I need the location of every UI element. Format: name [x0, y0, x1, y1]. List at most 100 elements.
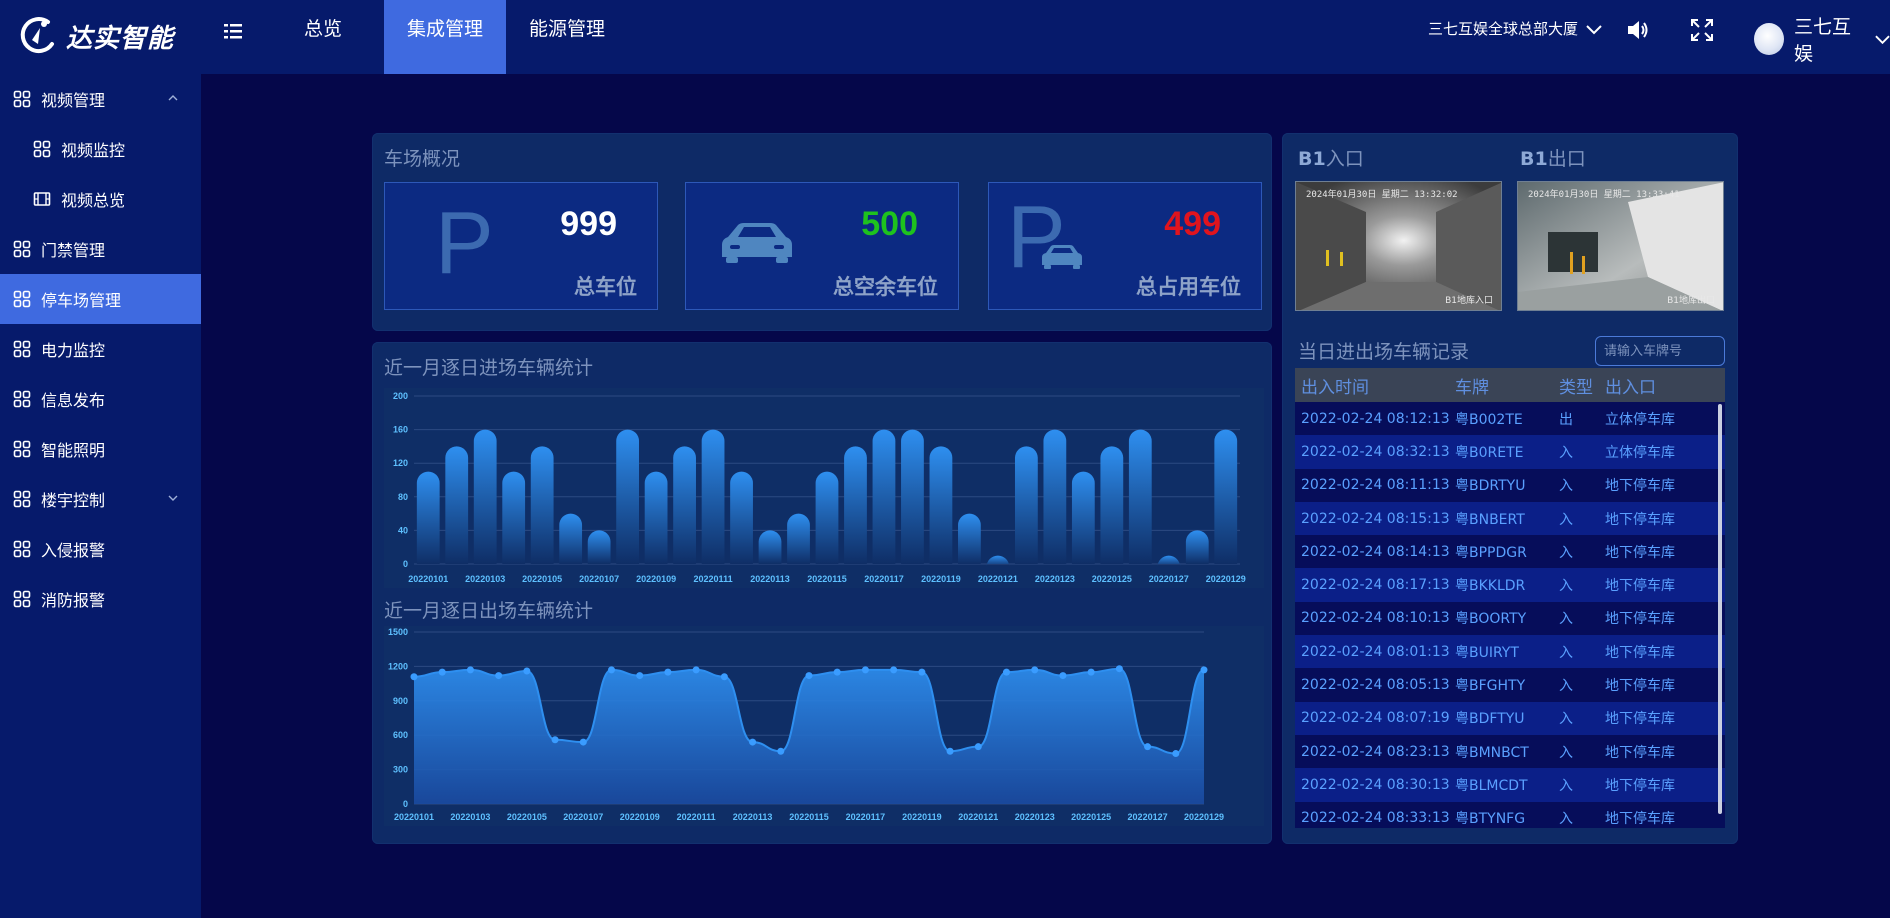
data-point[interactable] [1172, 750, 1180, 758]
sidebar-item[interactable]: 视频管理 [0, 74, 201, 124]
table-row[interactable]: 2022-02-24 08:14:13 粤BPPDGR 入 地下停车库 [1295, 535, 1725, 569]
data-point[interactable] [974, 743, 982, 751]
cell-plate: 粤BOORTY [1455, 611, 1527, 628]
table-row[interactable]: 2022-02-24 08:23:13 粤BMNBCT 入 地下停车库 [1295, 734, 1725, 769]
bar[interactable] [616, 429, 640, 564]
tab-energy[interactable]: 能源管理 [516, 0, 618, 74]
user-menu[interactable]: 三七互娱 [1754, 12, 1890, 66]
entrance-camera-feed[interactable]: 2024年01月30日 星期二 13:32:02 B1地库入口 [1295, 181, 1502, 311]
bar[interactable] [1100, 446, 1124, 564]
data-point[interactable] [466, 666, 474, 674]
tab-overview[interactable]: 总览 [278, 0, 368, 74]
data-point[interactable] [438, 668, 446, 676]
data-point[interactable] [1003, 668, 1010, 676]
bar[interactable] [1128, 429, 1152, 564]
data-point[interactable] [1059, 672, 1067, 680]
sidebar-item[interactable]: 停车场管理 [0, 274, 201, 324]
sidebar-item[interactable]: 视频总览 [0, 174, 201, 224]
bar[interactable] [958, 513, 981, 564]
data-point[interactable] [1087, 668, 1095, 676]
table-row[interactable]: 2022-02-24 08:12:13 粤B002TE 出 立体停车库 [1295, 402, 1725, 436]
sidebar-item[interactable]: 消防报警 [0, 574, 201, 624]
bar[interactable] [929, 446, 953, 564]
x-tick-label: 20220129 [1206, 574, 1246, 584]
bar[interactable] [1157, 555, 1181, 567]
data-point[interactable] [720, 673, 728, 681]
data-point[interactable] [805, 672, 813, 680]
bar[interactable] [815, 471, 839, 564]
exit-title-bold: B1 [1520, 148, 1548, 170]
data-point[interactable] [495, 672, 503, 680]
data-point[interactable] [1031, 666, 1039, 674]
data-point[interactable] [861, 666, 869, 674]
tab-integration[interactable]: 集成管理 [384, 0, 506, 74]
data-point[interactable] [890, 666, 898, 674]
sidebar-item[interactable]: 信息发布 [0, 374, 201, 424]
table-scrollbar[interactable] [1718, 404, 1722, 814]
table-row[interactable]: 2022-02-24 08:01:13 粤BUIRYT 入 地下停车库 [1295, 635, 1725, 669]
table-row[interactable]: 2022-02-24 08:17:13 粤BKKLDR 入 地下停车库 [1295, 568, 1725, 602]
bar[interactable] [701, 429, 725, 564]
bar[interactable] [787, 513, 810, 564]
data-point[interactable] [410, 673, 418, 681]
bar[interactable] [502, 471, 526, 564]
table-row[interactable]: 2022-02-24 08:32:13 粤B0RETE 入 立体停车库 [1295, 435, 1725, 469]
camera-label: B1地库入口 [1445, 296, 1493, 306]
exit-camera-feed[interactable]: 2024年01月30日 星期二 13:33:41 B1地库出口 [1517, 181, 1724, 311]
data-point[interactable] [918, 668, 926, 676]
data-point[interactable] [1115, 665, 1123, 673]
bar[interactable] [1071, 471, 1095, 564]
bar[interactable] [644, 471, 668, 564]
bar[interactable] [473, 429, 497, 564]
bar[interactable] [445, 446, 469, 564]
fullscreen-icon[interactable] [1688, 16, 1716, 44]
bar[interactable] [758, 530, 782, 564]
bar[interactable] [1014, 446, 1038, 564]
sidebar-item[interactable]: 电力监控 [0, 324, 201, 374]
occupied-spaces-card: P 499 总占用车位 [988, 182, 1262, 310]
data-point[interactable] [523, 667, 531, 675]
bar[interactable] [530, 446, 554, 564]
data-point[interactable] [692, 666, 700, 674]
data-point[interactable] [777, 747, 785, 755]
menu-toggle-icon[interactable] [222, 20, 244, 42]
sidebar-item[interactable]: 入侵报警 [0, 524, 201, 574]
table-row[interactable]: 2022-02-24 08:33:13 粤BTYNFG 入 地下停车库 [1295, 801, 1725, 828]
table-row[interactable]: 2022-02-24 08:11:13 粤BDRTYU 入 地下停车库 [1295, 468, 1725, 502]
bar[interactable] [673, 446, 696, 564]
data-point[interactable] [833, 668, 841, 676]
data-point[interactable] [551, 736, 559, 744]
sidebar-item[interactable]: 门禁管理 [0, 224, 201, 274]
sidebar-item[interactable]: 楼宇控制 [0, 474, 201, 524]
table-row[interactable]: 2022-02-24 08:07:19 粤BDFTYU 入 地下停车库 [1295, 701, 1725, 735]
data-point[interactable] [1200, 666, 1208, 674]
bar[interactable] [559, 513, 583, 564]
data-point[interactable] [636, 672, 644, 680]
table-row[interactable]: 2022-02-24 08:15:13 粤BNBERT 入 地下停车库 [1295, 501, 1725, 536]
bar[interactable] [872, 429, 896, 564]
bar[interactable] [1214, 429, 1238, 564]
bar[interactable] [416, 471, 440, 564]
brand-logo[interactable]: 达实智能 [18, 8, 174, 64]
sidebar-item[interactable]: 智能照明 [0, 424, 201, 474]
bar[interactable] [844, 446, 867, 564]
data-point[interactable] [579, 738, 587, 746]
data-point[interactable] [608, 666, 615, 674]
bar[interactable] [986, 555, 1010, 567]
bar[interactable] [1043, 429, 1067, 564]
table-row[interactable]: 2022-02-24 08:30:13 粤BLMCDT 入 地下停车库 [1295, 768, 1725, 802]
data-point[interactable] [1144, 743, 1152, 751]
plate-search-input[interactable] [1595, 336, 1725, 366]
speaker-icon[interactable] [1624, 16, 1652, 44]
data-point[interactable] [946, 747, 954, 755]
location-selector[interactable]: 三七互娱全球总部大厦 [1428, 18, 1602, 39]
bar[interactable] [587, 530, 611, 564]
bar[interactable] [901, 429, 924, 564]
sidebar-item[interactable]: 视频监控 [0, 124, 201, 174]
data-point[interactable] [664, 668, 672, 676]
data-point[interactable] [749, 738, 757, 746]
bar[interactable] [730, 471, 753, 564]
table-row[interactable]: 2022-02-24 08:10:13 粤BOORTY 入 地下停车库 [1295, 601, 1725, 636]
bar[interactable] [1185, 530, 1209, 564]
table-row[interactable]: 2022-02-24 08:05:13 粤BFGHTY 入 地下停车库 [1295, 668, 1725, 702]
